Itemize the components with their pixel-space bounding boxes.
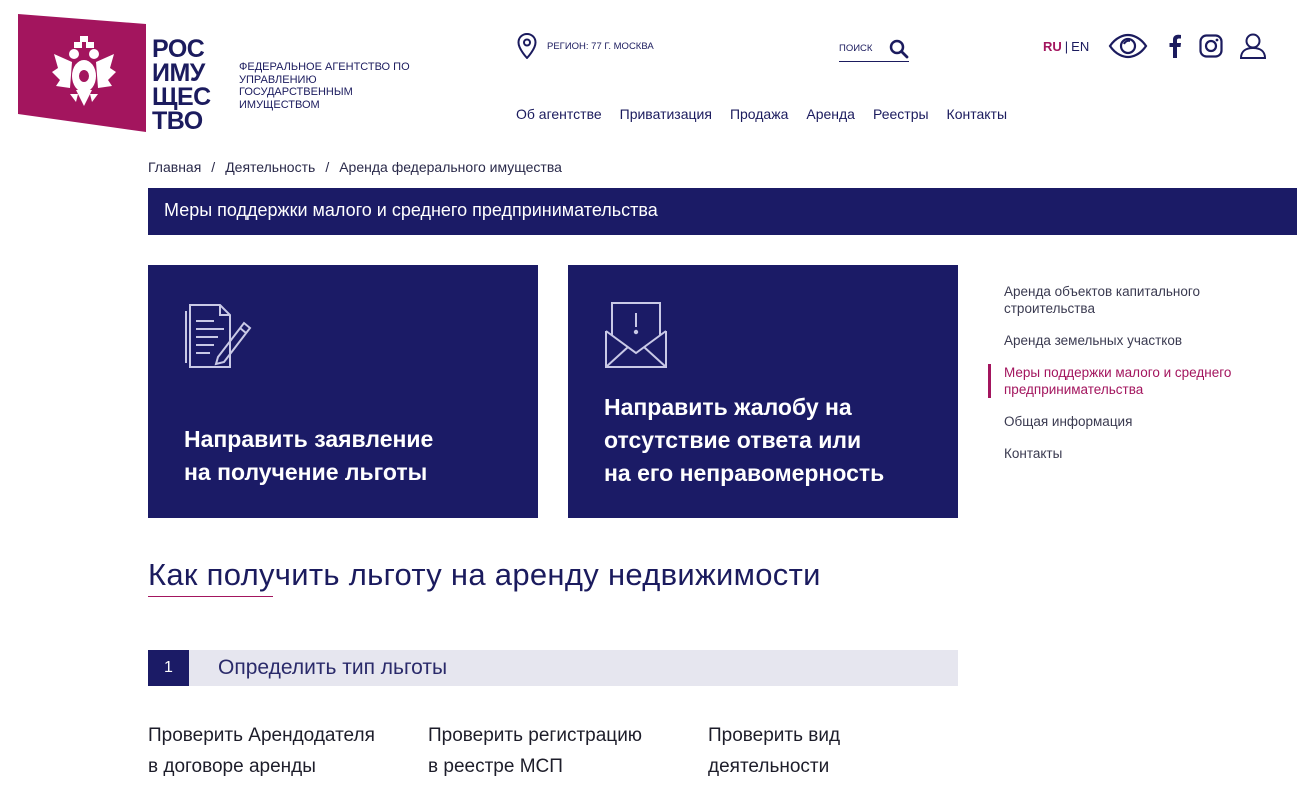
step-row[interactable]: 1 Определить тип льготы xyxy=(148,650,958,686)
search-input[interactable] xyxy=(839,43,889,54)
region-selector[interactable]: РЕГИОН: 77 Г. МОСКВА xyxy=(517,33,654,59)
card-apply-text: Направить заявление на получение льготы xyxy=(184,423,433,489)
check-line: деятельности xyxy=(708,756,830,777)
breadcrumb-rent[interactable]: Аренда федерального имущества xyxy=(339,159,562,175)
lang-separator: | xyxy=(1064,39,1069,54)
logo-word-line: РОС xyxy=(152,35,205,63)
logo-word-line: ТВО xyxy=(152,107,203,135)
logo-word-line: ЩЕС xyxy=(152,83,211,111)
nav-registers[interactable]: Реестры xyxy=(873,106,929,122)
card-line: Направить жалобу на xyxy=(604,394,852,420)
logo-wordmark[interactable]: РОС ИМУ ЩЕС ТВО xyxy=(152,35,211,135)
facebook-link[interactable] xyxy=(1164,30,1186,62)
side-item-contacts[interactable]: Контакты xyxy=(988,445,1288,462)
breadcrumb-separator: / xyxy=(325,159,330,175)
check-line: Проверить Арендодателя xyxy=(148,725,375,746)
nav-sale[interactable]: Продажа xyxy=(730,106,788,122)
side-item-capital-construction[interactable]: Аренда объектов капитального строительст… xyxy=(988,283,1288,317)
check-landlord[interactable]: Проверить Арендодателя в договоре аренды xyxy=(148,720,408,782)
section-title-underline xyxy=(148,596,273,597)
language-switcher: RU | EN xyxy=(1043,39,1089,54)
breadcrumb: Главная / Деятельность / Аренда федераль… xyxy=(148,159,562,175)
nav-about[interactable]: Об агентстве xyxy=(516,106,602,122)
instagram-icon xyxy=(1199,34,1223,58)
user-account-button[interactable] xyxy=(1238,30,1268,62)
main-navigation: Об агентстве Приватизация Продажа Аренда… xyxy=(516,106,1007,122)
side-navigation: Аренда объектов капитального строительст… xyxy=(988,283,1288,477)
nav-rent[interactable]: Аренда xyxy=(806,106,855,122)
check-line: в реестре МСП xyxy=(428,756,563,777)
search-icon[interactable] xyxy=(889,39,909,59)
card-complaint[interactable]: Направить жалобу на отсутствие ответа ил… xyxy=(568,265,958,518)
card-apply-benefit[interactable]: Направить заявление на получение льготы xyxy=(148,265,538,518)
user-icon xyxy=(1239,33,1267,59)
check-line: в договоре аренды xyxy=(148,756,316,777)
card-line: отсутствие ответа или xyxy=(604,427,862,453)
side-item-general-info[interactable]: Общая информация xyxy=(988,413,1288,430)
nav-privatization[interactable]: Приватизация xyxy=(620,106,712,122)
logo-word-line: ИМУ xyxy=(152,59,205,87)
facebook-icon xyxy=(1169,34,1181,58)
card-complaint-text: Направить жалобу на отсутствие ответа ил… xyxy=(604,391,884,490)
region-label: РЕГИОН: 77 Г. МОСКВА xyxy=(547,40,654,52)
step-label: Определить тип льготы xyxy=(218,656,448,679)
search-box[interactable] xyxy=(839,36,909,62)
card-line: на получение льготы xyxy=(184,459,428,485)
agency-name: ФЕДЕРАЛЬНОЕ АГЕНТСТВО ПО УПРАВЛЕНИЮ ГОСУ… xyxy=(239,61,410,111)
step-number: 1 xyxy=(148,650,189,686)
eye-accessibility-icon xyxy=(1108,33,1148,59)
nav-contacts[interactable]: Контакты xyxy=(947,106,1007,122)
check-line: Проверить регистрацию xyxy=(428,725,643,746)
check-line: Проверить вид xyxy=(708,725,841,746)
logo-flag[interactable] xyxy=(18,14,146,132)
check-sme-registry[interactable]: Проверить регистрацию в реестре МСП xyxy=(428,720,688,782)
location-pin-icon xyxy=(517,33,537,59)
breadcrumb-separator: / xyxy=(211,159,216,175)
card-line: на его неправомерность xyxy=(604,460,885,486)
document-pen-icon xyxy=(185,304,252,368)
card-line: Направить заявление xyxy=(184,426,434,452)
breadcrumb-activity[interactable]: Деятельность xyxy=(225,159,315,175)
section-title: Как получить льготу на аренду недвижимос… xyxy=(148,557,821,592)
lang-ru[interactable]: RU xyxy=(1043,39,1062,54)
page-title: Меры поддержки малого и среднего предпри… xyxy=(148,188,1297,235)
lang-en[interactable]: EN xyxy=(1071,39,1089,54)
side-item-land-plots[interactable]: Аренда земельных участков xyxy=(988,332,1288,349)
check-activity-type[interactable]: Проверить вид деятельности xyxy=(708,720,968,782)
envelope-alert-icon xyxy=(605,302,667,368)
accessibility-toggle[interactable] xyxy=(1108,30,1148,62)
side-item-sme-support[interactable]: Меры поддержки малого и среднего предпри… xyxy=(988,364,1288,398)
instagram-link[interactable] xyxy=(1198,30,1224,62)
breadcrumb-home[interactable]: Главная xyxy=(148,159,201,175)
